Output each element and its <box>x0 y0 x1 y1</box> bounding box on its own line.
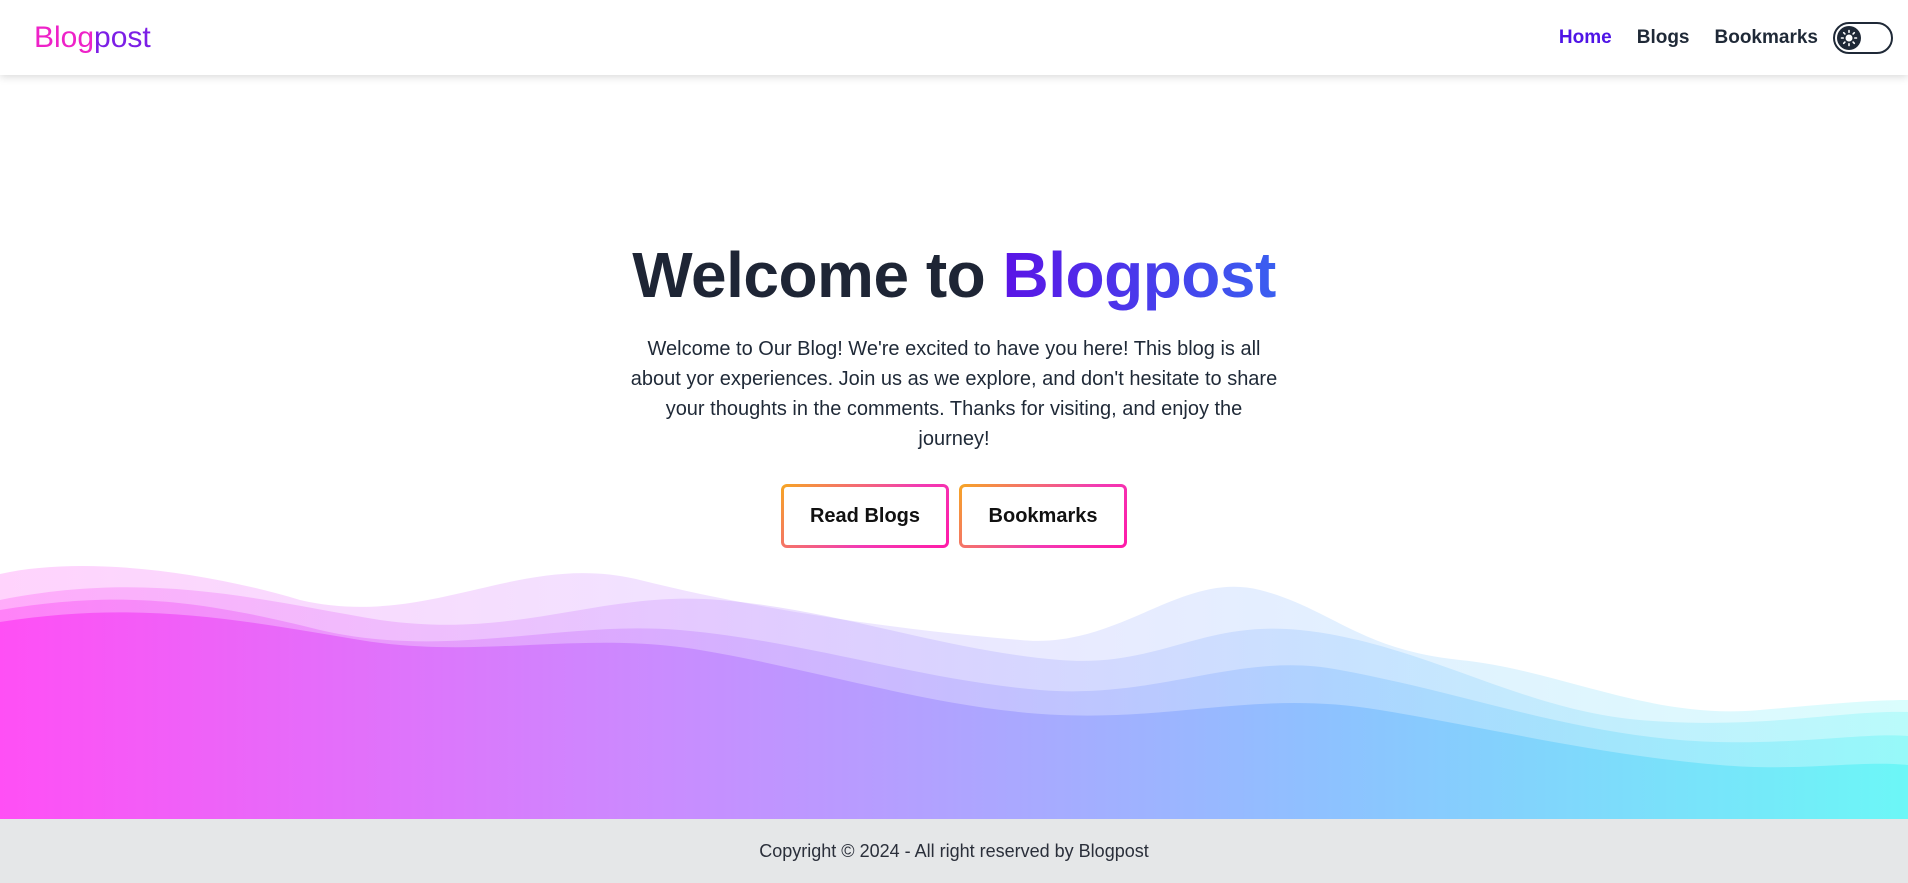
hero-description: Welcome to Our Blog! We're excited to ha… <box>630 338 1278 451</box>
hero-section: Welcome to Blogpost Welcome to Our Blog!… <box>0 240 1908 548</box>
bookmarks-button[interactable]: Bookmarks <box>959 484 1127 548</box>
theme-toggle[interactable] <box>1833 21 1893 54</box>
nav-menu: Home Blogs Bookmarks <box>1534 21 1893 54</box>
footer-copyright: Copyright © 2024 - All right reserved by… <box>759 840 1149 861</box>
read-blogs-button[interactable]: Read Blogs <box>781 484 949 548</box>
hero-title-prefix: Welcome to <box>632 239 1003 311</box>
logo-part-post: post <box>94 20 151 54</box>
hero-buttons: Read Blogs Bookmarks <box>0 484 1908 548</box>
footer: Copyright © 2024 - All right reserved by… <box>0 819 1908 883</box>
hero-title: Welcome to Blogpost <box>0 240 1908 310</box>
logo-part-blog: Blog <box>34 20 95 54</box>
nav-link-blogs[interactable]: Blogs <box>1637 27 1690 49</box>
decorative-waves <box>0 566 1908 820</box>
nav-link-bookmarks[interactable]: Bookmarks <box>1715 27 1819 49</box>
sun-icon <box>1837 25 1861 50</box>
navbar: Blogpost Home Blogs Bookmarks <box>0 0 1908 75</box>
hero-title-accent: Blogpost <box>1002 239 1277 311</box>
brand-logo[interactable]: Blogpost <box>34 21 151 55</box>
nav-link-home[interactable]: Home <box>1559 27 1612 49</box>
